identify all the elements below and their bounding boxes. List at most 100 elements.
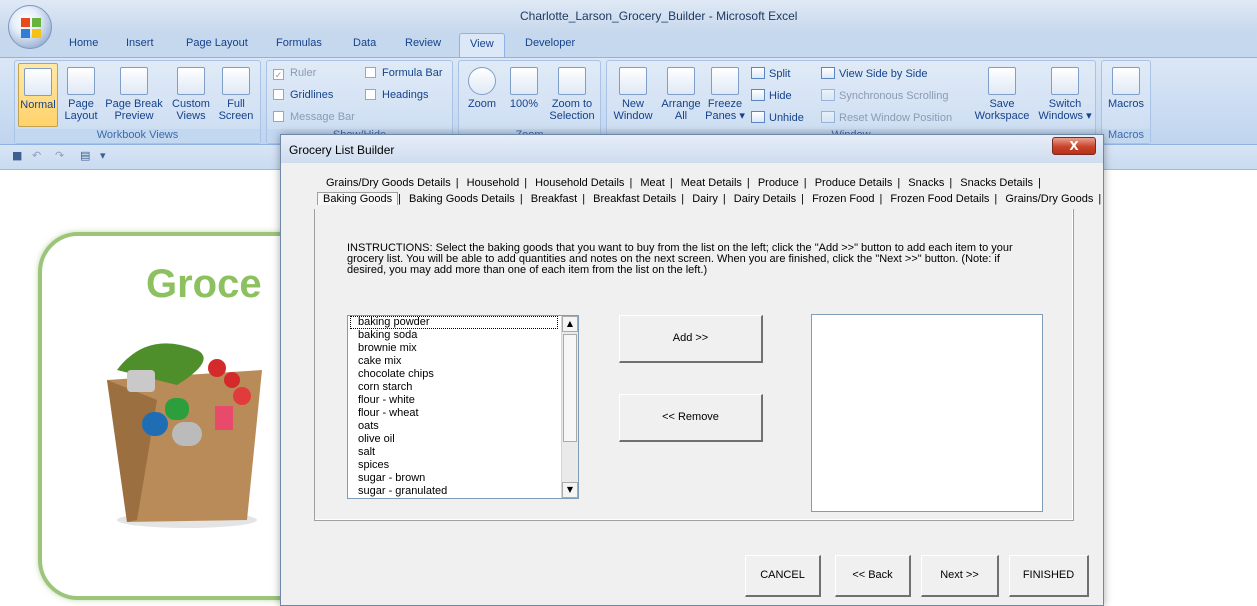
new-window-icon bbox=[619, 67, 647, 95]
tab-produce-details[interactable]: Produce Details bbox=[810, 177, 898, 189]
save-icon[interactable]: ■ bbox=[12, 149, 22, 162]
tab-developer[interactable]: Developer bbox=[525, 37, 575, 49]
list-item[interactable]: brownie mix bbox=[348, 342, 578, 355]
unhide-label: Unhide bbox=[769, 112, 804, 124]
list-item[interactable]: sugar - brown bbox=[348, 472, 578, 485]
normal-label: Normal bbox=[20, 99, 56, 111]
side-by-side-icon bbox=[821, 67, 835, 79]
normal-view-button[interactable]: Normal bbox=[18, 63, 58, 127]
list-item[interactable]: cake mix bbox=[348, 355, 578, 368]
tab-meat-details[interactable]: Meat Details bbox=[676, 177, 747, 189]
listbox-scrollbar[interactable]: ▲ ▼ bbox=[561, 316, 578, 498]
redo-icon[interactable]: ↷ bbox=[55, 149, 64, 162]
tab-page-layout[interactable]: Page Layout bbox=[186, 37, 248, 49]
gridlines-label: Gridlines bbox=[290, 89, 334, 101]
add-button[interactable]: Add >> bbox=[619, 315, 763, 363]
scroll-thumb[interactable] bbox=[563, 334, 577, 442]
formula-bar-checkbox[interactable]: Formula Bar bbox=[365, 67, 443, 79]
tab-frozen-food-details[interactable]: Frozen Food Details bbox=[885, 193, 994, 205]
new-window-button[interactable]: New Window bbox=[611, 67, 655, 122]
scroll-up-arrow-icon[interactable]: ▲ bbox=[562, 316, 578, 332]
list-item[interactable]: flour - white bbox=[348, 394, 578, 407]
zoom-100-button[interactable]: 100% bbox=[507, 67, 541, 110]
tab-grains-dry-goods[interactable]: Grains/Dry Goods bbox=[1000, 193, 1098, 205]
tab-home[interactable]: Home bbox=[69, 37, 98, 49]
group-label-macros: Macros bbox=[1102, 129, 1150, 143]
close-button[interactable]: X bbox=[1052, 137, 1096, 155]
message-bar-checkbox[interactable]: Message Bar bbox=[273, 111, 355, 123]
tab-produce[interactable]: Produce bbox=[753, 177, 804, 189]
tab-view[interactable]: View bbox=[459, 33, 505, 57]
tab-grains-details[interactable]: Grains/Dry Goods Details bbox=[321, 177, 456, 189]
view-side-by-side-button[interactable]: View Side by Side bbox=[821, 67, 927, 80]
tab-baking-goods-details[interactable]: Baking Goods Details bbox=[404, 193, 520, 205]
list-item[interactable]: oats bbox=[348, 420, 578, 433]
tab-data[interactable]: Data bbox=[353, 37, 376, 49]
freeze-panes-button[interactable]: Freeze Panes ▾ bbox=[705, 67, 745, 122]
baking-goods-listbox[interactable]: baking powder baking soda brownie mix ca… bbox=[347, 315, 579, 499]
tab-insert[interactable]: Insert bbox=[126, 37, 154, 49]
synchronous-scrolling-button[interactable]: Synchronous Scrolling bbox=[821, 89, 948, 102]
save-workspace-button[interactable]: Save Workspace bbox=[971, 67, 1033, 122]
tab-household-details[interactable]: Household Details bbox=[530, 177, 629, 189]
arrange-all-button[interactable]: Arrange All bbox=[659, 67, 703, 122]
list-item[interactable]: olive oil bbox=[348, 433, 578, 446]
tab-review[interactable]: Review bbox=[405, 37, 441, 49]
remove-button[interactable]: << Remove bbox=[619, 394, 763, 442]
selected-items-listbox[interactable] bbox=[811, 314, 1043, 512]
tab-dairy-details[interactable]: Dairy Details bbox=[729, 193, 801, 205]
scroll-down-arrow-icon[interactable]: ▼ bbox=[562, 482, 578, 498]
macros-button[interactable]: Macros bbox=[1105, 67, 1147, 110]
office-button[interactable] bbox=[8, 5, 52, 49]
gridlines-checkbox[interactable]: Gridlines bbox=[273, 89, 333, 101]
form-icon[interactable]: ▤ bbox=[80, 149, 90, 162]
hide-button[interactable]: Hide bbox=[751, 89, 792, 102]
tab-row-2: Baking Goods | Baking Goods Details | Brea… bbox=[317, 192, 1101, 209]
cancel-button[interactable]: CANCEL bbox=[745, 555, 821, 597]
list-item[interactable]: spices bbox=[348, 459, 578, 472]
list-item[interactable]: flour - wheat bbox=[348, 407, 578, 420]
tab-row-1: Grains/Dry Goods Details | Household | Hou… bbox=[321, 177, 1041, 193]
can-shape bbox=[165, 398, 189, 420]
page-break-label-2: Preview bbox=[114, 110, 154, 122]
tab-dairy[interactable]: Dairy bbox=[687, 193, 723, 205]
zoom-to-selection-button[interactable]: Zoom to Selection bbox=[547, 67, 597, 122]
full-screen-button[interactable]: Full Screen bbox=[216, 67, 256, 122]
tab-snacks-details[interactable]: Snacks Details bbox=[955, 177, 1038, 189]
normal-view-icon bbox=[24, 68, 52, 96]
finished-button[interactable]: FINISHED bbox=[1009, 555, 1089, 597]
custom-views-button[interactable]: Custom Views bbox=[171, 67, 211, 122]
page-layout-view-button[interactable]: Page Layout bbox=[63, 67, 99, 122]
ruler-checkbox[interactable]: ✓ Ruler bbox=[273, 67, 316, 80]
can-shape bbox=[142, 412, 168, 436]
tab-frozen-food[interactable]: Frozen Food bbox=[807, 193, 879, 205]
zoom-button[interactable]: Zoom bbox=[465, 67, 499, 110]
reset-label: Reset Window Position bbox=[839, 112, 953, 124]
tab-meat[interactable]: Meat bbox=[635, 177, 669, 189]
customize-qat-icon[interactable]: ▾ bbox=[100, 149, 106, 162]
box-shape bbox=[215, 406, 233, 430]
reset-window-position-button[interactable]: Reset Window Position bbox=[821, 111, 952, 124]
list-item[interactable]: sugar - granulated bbox=[348, 485, 578, 498]
list-item[interactable]: corn starch bbox=[348, 381, 578, 394]
hide-icon bbox=[751, 89, 765, 101]
switch-windows-button[interactable]: Switch Windows ▾ bbox=[1035, 67, 1095, 122]
tab-snacks[interactable]: Snacks bbox=[903, 177, 949, 189]
back-button[interactable]: << Back bbox=[835, 555, 911, 597]
tab-breakfast-details[interactable]: Breakfast Details bbox=[588, 193, 681, 205]
tab-household[interactable]: Household bbox=[462, 177, 525, 189]
list-item[interactable]: baking powder bbox=[350, 316, 558, 329]
list-item[interactable]: salt bbox=[348, 446, 578, 459]
split-button[interactable]: Split bbox=[751, 67, 790, 80]
list-item[interactable]: chocolate chips bbox=[348, 368, 578, 381]
page-break-preview-button[interactable]: Page Break Preview bbox=[103, 67, 165, 122]
next-button[interactable]: Next >> bbox=[921, 555, 999, 597]
list-item[interactable]: baking soda bbox=[348, 329, 578, 342]
undo-icon[interactable]: ↶ bbox=[32, 149, 41, 162]
unhide-button[interactable]: Unhide bbox=[751, 111, 804, 124]
tab-baking-goods[interactable]: Baking Goods bbox=[317, 192, 399, 205]
office-logo-icon bbox=[21, 18, 41, 38]
tab-breakfast[interactable]: Breakfast bbox=[526, 193, 582, 205]
tab-formulas[interactable]: Formulas bbox=[276, 37, 322, 49]
headings-checkbox[interactable]: Headings bbox=[365, 89, 428, 101]
